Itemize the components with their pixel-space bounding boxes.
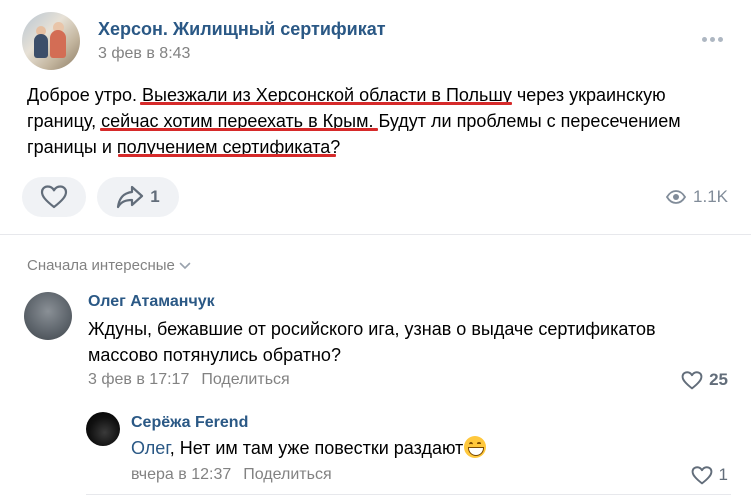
mention-link[interactable]: Олег: [131, 438, 170, 458]
comment-text-line: Ждуны, бежавшие от росийского ига, узнав…: [88, 319, 656, 339]
group-name-link[interactable]: Херсон. Жилищный сертификат: [98, 19, 386, 40]
heart-icon: [691, 465, 712, 484]
like-button[interactable]: [22, 177, 86, 217]
comment-meta: 3 фев в 17:17 Поделиться: [88, 371, 290, 389]
comment-like-button[interactable]: 1: [691, 465, 728, 485]
comment-text-body: , Нет им там уже повестки раздают: [169, 438, 464, 458]
comment-like-count: 1: [718, 465, 728, 484]
red-underline: [140, 102, 512, 105]
sort-label: Сначала интересные: [27, 257, 175, 274]
comment-text-line: массово потянулись обратно?: [88, 345, 341, 365]
divider: [86, 494, 731, 495]
post-date[interactable]: 3 фев в 8:43: [98, 45, 190, 63]
share-button[interactable]: 1: [97, 177, 179, 217]
comment-date[interactable]: вчера в 12:37: [131, 466, 231, 484]
avatar[interactable]: [86, 412, 120, 446]
group-avatar[interactable]: [22, 12, 80, 70]
divider: [0, 234, 751, 235]
share-icon: [117, 185, 144, 209]
red-underline: [100, 128, 378, 131]
comment-author[interactable]: Серёжа Ferend: [131, 414, 248, 432]
views-count: 1.1K: [693, 187, 728, 206]
avatar[interactable]: [24, 292, 72, 340]
comment-date[interactable]: 3 фев в 17:17: [88, 371, 189, 389]
heart-icon: [40, 185, 68, 209]
comment-share-button[interactable]: Поделиться: [243, 466, 331, 484]
comment-text: Ждуны, бежавшие от росийского ига, узнав…: [88, 316, 728, 368]
eye-icon: [666, 190, 687, 204]
views-counter: 1.1K: [666, 187, 728, 207]
comment-like-count: 25: [709, 370, 728, 389]
share-count: 1: [150, 187, 160, 206]
comment-meta: вчера в 12:37 Поделиться: [131, 466, 332, 484]
comment-text: Олег, Нет им там уже повестки раздают: [131, 435, 731, 461]
post-header: Херсон. Жилищный сертификат 3 фев в 8:43: [22, 12, 732, 72]
red-underline: [118, 154, 336, 157]
heart-icon: [681, 370, 703, 389]
grin-emoji-icon: [464, 436, 487, 458]
more-icon[interactable]: [700, 32, 724, 46]
comment-share-button[interactable]: Поделиться: [201, 371, 289, 389]
comments-sort-dropdown[interactable]: Сначала интересные: [27, 257, 191, 274]
chevron-down-icon: [179, 262, 191, 269]
post-text: Доброе утро. Выезжали из Херсонской обла…: [27, 82, 727, 160]
comment-author[interactable]: Олег Атаманчук: [88, 293, 215, 311]
comment-like-button[interactable]: 25: [681, 370, 728, 390]
